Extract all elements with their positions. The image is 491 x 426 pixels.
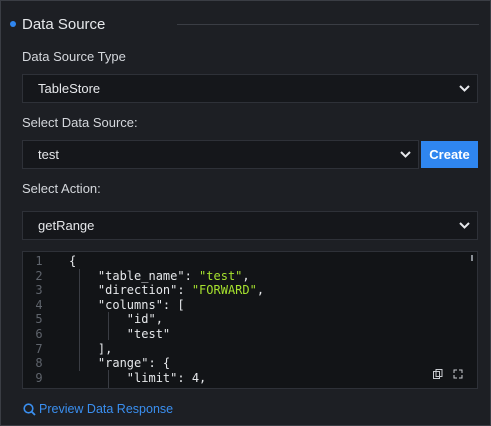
select-data-source-label: Select Data Source: xyxy=(22,115,138,130)
chevron-down-icon xyxy=(392,151,418,158)
line-number: 7 xyxy=(35,341,43,356)
code-line: "test" xyxy=(69,326,171,341)
bullet-dot-icon xyxy=(10,21,16,27)
line-number: 3 xyxy=(35,283,43,298)
code-content[interactable]: { "table_name": "test", "direction": "FO… xyxy=(69,254,264,385)
copy-icon[interactable] xyxy=(433,368,443,379)
code-line: "range": { xyxy=(69,356,171,371)
data-source-type-label: Data Source Type xyxy=(22,49,126,64)
data-source-type-value: TableStore xyxy=(38,81,101,96)
line-number: 4 xyxy=(35,297,43,312)
line-number: 8 xyxy=(35,356,43,371)
data-source-type-select[interactable]: TableStore xyxy=(22,74,478,103)
create-button[interactable]: Create xyxy=(421,141,478,168)
data-source-panel: Data Source Data Source Type TableStore … xyxy=(0,0,491,426)
code-editor[interactable]: 1 2 3 4 5 6 7 8 9 { "table_name": "test"… xyxy=(22,251,478,389)
chevron-down-icon xyxy=(451,85,477,92)
code-line: "limit": 4, xyxy=(69,370,207,385)
select-action-value: getRange xyxy=(38,218,95,233)
code-line: { xyxy=(69,254,77,268)
chevron-down-icon xyxy=(451,222,477,229)
code-line: "id", xyxy=(69,312,163,327)
select-data-source-select[interactable]: test xyxy=(22,140,419,169)
preview-link-label: Preview Data Response xyxy=(39,402,174,416)
section-title: Data Source xyxy=(22,15,106,33)
editor-scrollbar[interactable] xyxy=(471,255,473,261)
line-number-gutter: 1 2 3 4 5 6 7 8 9 xyxy=(23,254,55,385)
select-action-select[interactable]: getRange xyxy=(22,211,478,240)
select-data-source-value: test xyxy=(38,147,59,162)
fullscreen-icon[interactable] xyxy=(453,368,463,379)
code-line: ], xyxy=(69,341,113,356)
line-number: 9 xyxy=(35,370,43,385)
select-action-label: Select Action: xyxy=(22,181,101,196)
search-icon xyxy=(23,402,36,416)
section-header: Data Source xyxy=(10,13,105,35)
divider xyxy=(177,24,479,25)
line-number: 1 xyxy=(35,254,43,268)
line-number: 5 xyxy=(35,312,43,327)
line-number: 2 xyxy=(35,268,43,283)
code-line: "columns": [ xyxy=(69,297,185,312)
code-line: "direction": "FORWARD", xyxy=(69,283,265,298)
preview-data-response-link[interactable]: Preview Data Response xyxy=(23,402,173,416)
code-line: "table_name": "test", xyxy=(69,268,250,283)
line-number: 6 xyxy=(35,326,43,341)
